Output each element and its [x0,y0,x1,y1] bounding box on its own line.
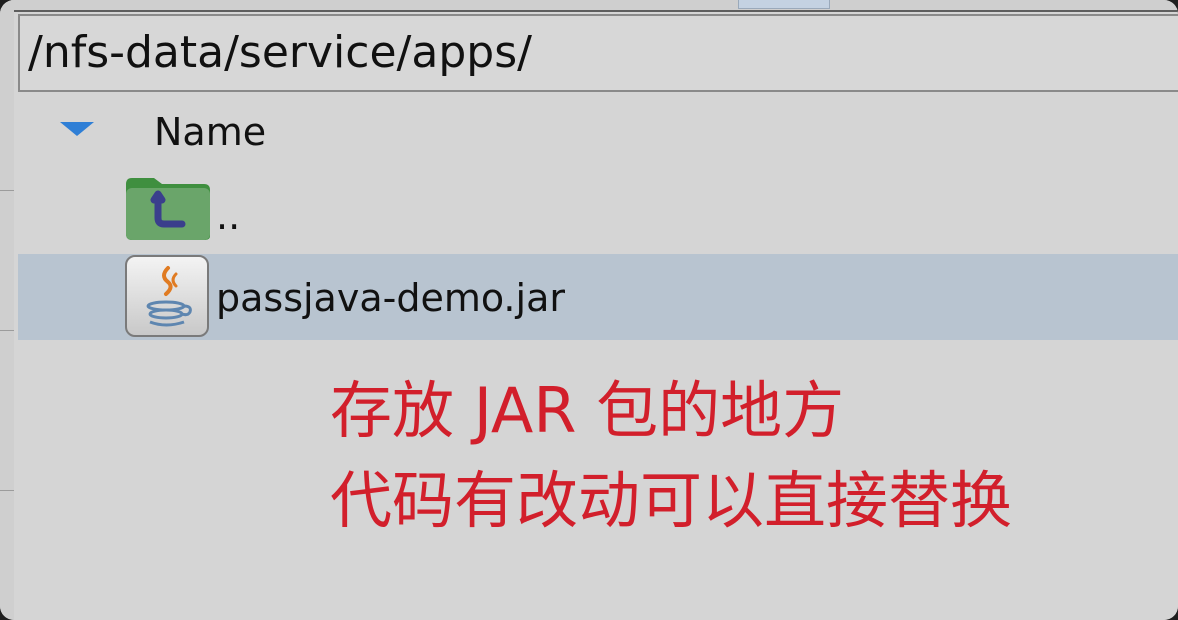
java-jar-icon [125,255,209,337]
path-input-value: /nfs-data/service/apps/ [28,27,532,78]
toolbar-strip [0,0,1178,12]
folder-up-icon [126,178,210,240]
list-item-label: passjava-demo.jar [216,276,565,320]
annotation-line-2: 代码有改动可以直接替换 [330,464,1013,537]
list-item-parent-directory[interactable]: .. [18,168,1178,254]
side-divider [0,490,14,491]
path-input[interactable]: /nfs-data/service/apps/ [18,14,1178,92]
sort-descending-icon[interactable] [60,122,94,136]
column-header-row: Name [18,94,1178,168]
list-item-selected-file[interactable]: passjava-demo.jar [18,254,1178,340]
file-browser-panel: /nfs-data/service/apps/ Name .. passjava… [0,0,1178,620]
annotation-line-1: 存放 JAR 包的地方 [330,374,845,447]
side-divider [0,190,14,191]
list-item-label: .. [216,194,241,238]
toolbar-tab[interactable] [738,0,830,9]
left-side-strip [0,0,14,620]
annotation-note: 存放 JAR 包的地方 代码有改动可以直接替换 [330,366,1170,546]
column-header-name[interactable]: Name [154,108,266,156]
side-divider [0,330,14,331]
